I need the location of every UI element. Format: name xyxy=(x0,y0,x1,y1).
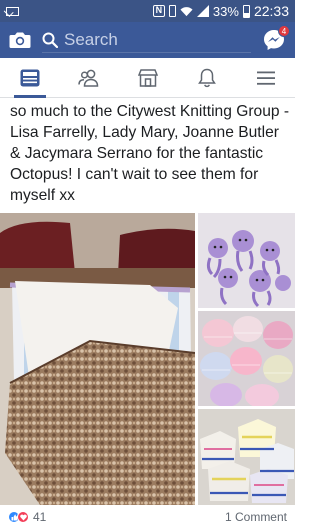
knitted-cardigans-photo[interactable] xyxy=(198,409,295,505)
menu-icon xyxy=(256,71,275,85)
battery-icon xyxy=(242,4,250,18)
wifi-icon xyxy=(180,6,193,16)
messenger-badge: 4 xyxy=(278,25,290,37)
knitted-hats-photo[interactable] xyxy=(198,311,295,406)
nfc-icon: N xyxy=(152,5,165,17)
battery-percent: 33% xyxy=(212,3,239,19)
comment-count[interactable]: 1 Comment xyxy=(225,510,287,524)
top-bar: 4 xyxy=(0,22,295,58)
post-text: so much to the Citywest Knitting Group -… xyxy=(10,103,290,204)
notifications-bell-icon xyxy=(197,68,216,87)
reaction-bar: 41 1 Comment xyxy=(0,508,295,525)
status-bar: N 33% 22:33 xyxy=(0,0,295,22)
friends-icon xyxy=(77,69,98,87)
tab-friends[interactable] xyxy=(69,58,109,98)
clock: 22:33 xyxy=(253,3,289,19)
vibrate-icon xyxy=(168,5,176,17)
tab-marketplace[interactable] xyxy=(128,58,168,98)
camera-icon xyxy=(9,32,31,48)
camera-button[interactable] xyxy=(8,29,32,51)
knitted-blankets-photo[interactable] xyxy=(0,213,195,505)
reaction-count: 41 xyxy=(33,510,47,524)
nav-tabs xyxy=(0,58,295,98)
search-field[interactable] xyxy=(42,27,251,53)
signal-icon xyxy=(196,5,209,17)
purple-octopus-photo[interactable] xyxy=(198,213,295,308)
reactions-summary[interactable]: 41 xyxy=(8,510,46,524)
marketplace-icon xyxy=(137,68,158,87)
tab-menu[interactable] xyxy=(246,58,286,98)
tab-notifications[interactable] xyxy=(187,58,227,98)
messenger-button[interactable]: 4 xyxy=(261,25,290,53)
tab-news-feed[interactable] xyxy=(10,58,50,98)
news-feed-icon xyxy=(20,69,39,86)
love-reaction-icon xyxy=(17,511,29,523)
search-icon xyxy=(42,32,58,48)
search-input[interactable] xyxy=(64,29,224,50)
mail-icon xyxy=(6,6,19,16)
